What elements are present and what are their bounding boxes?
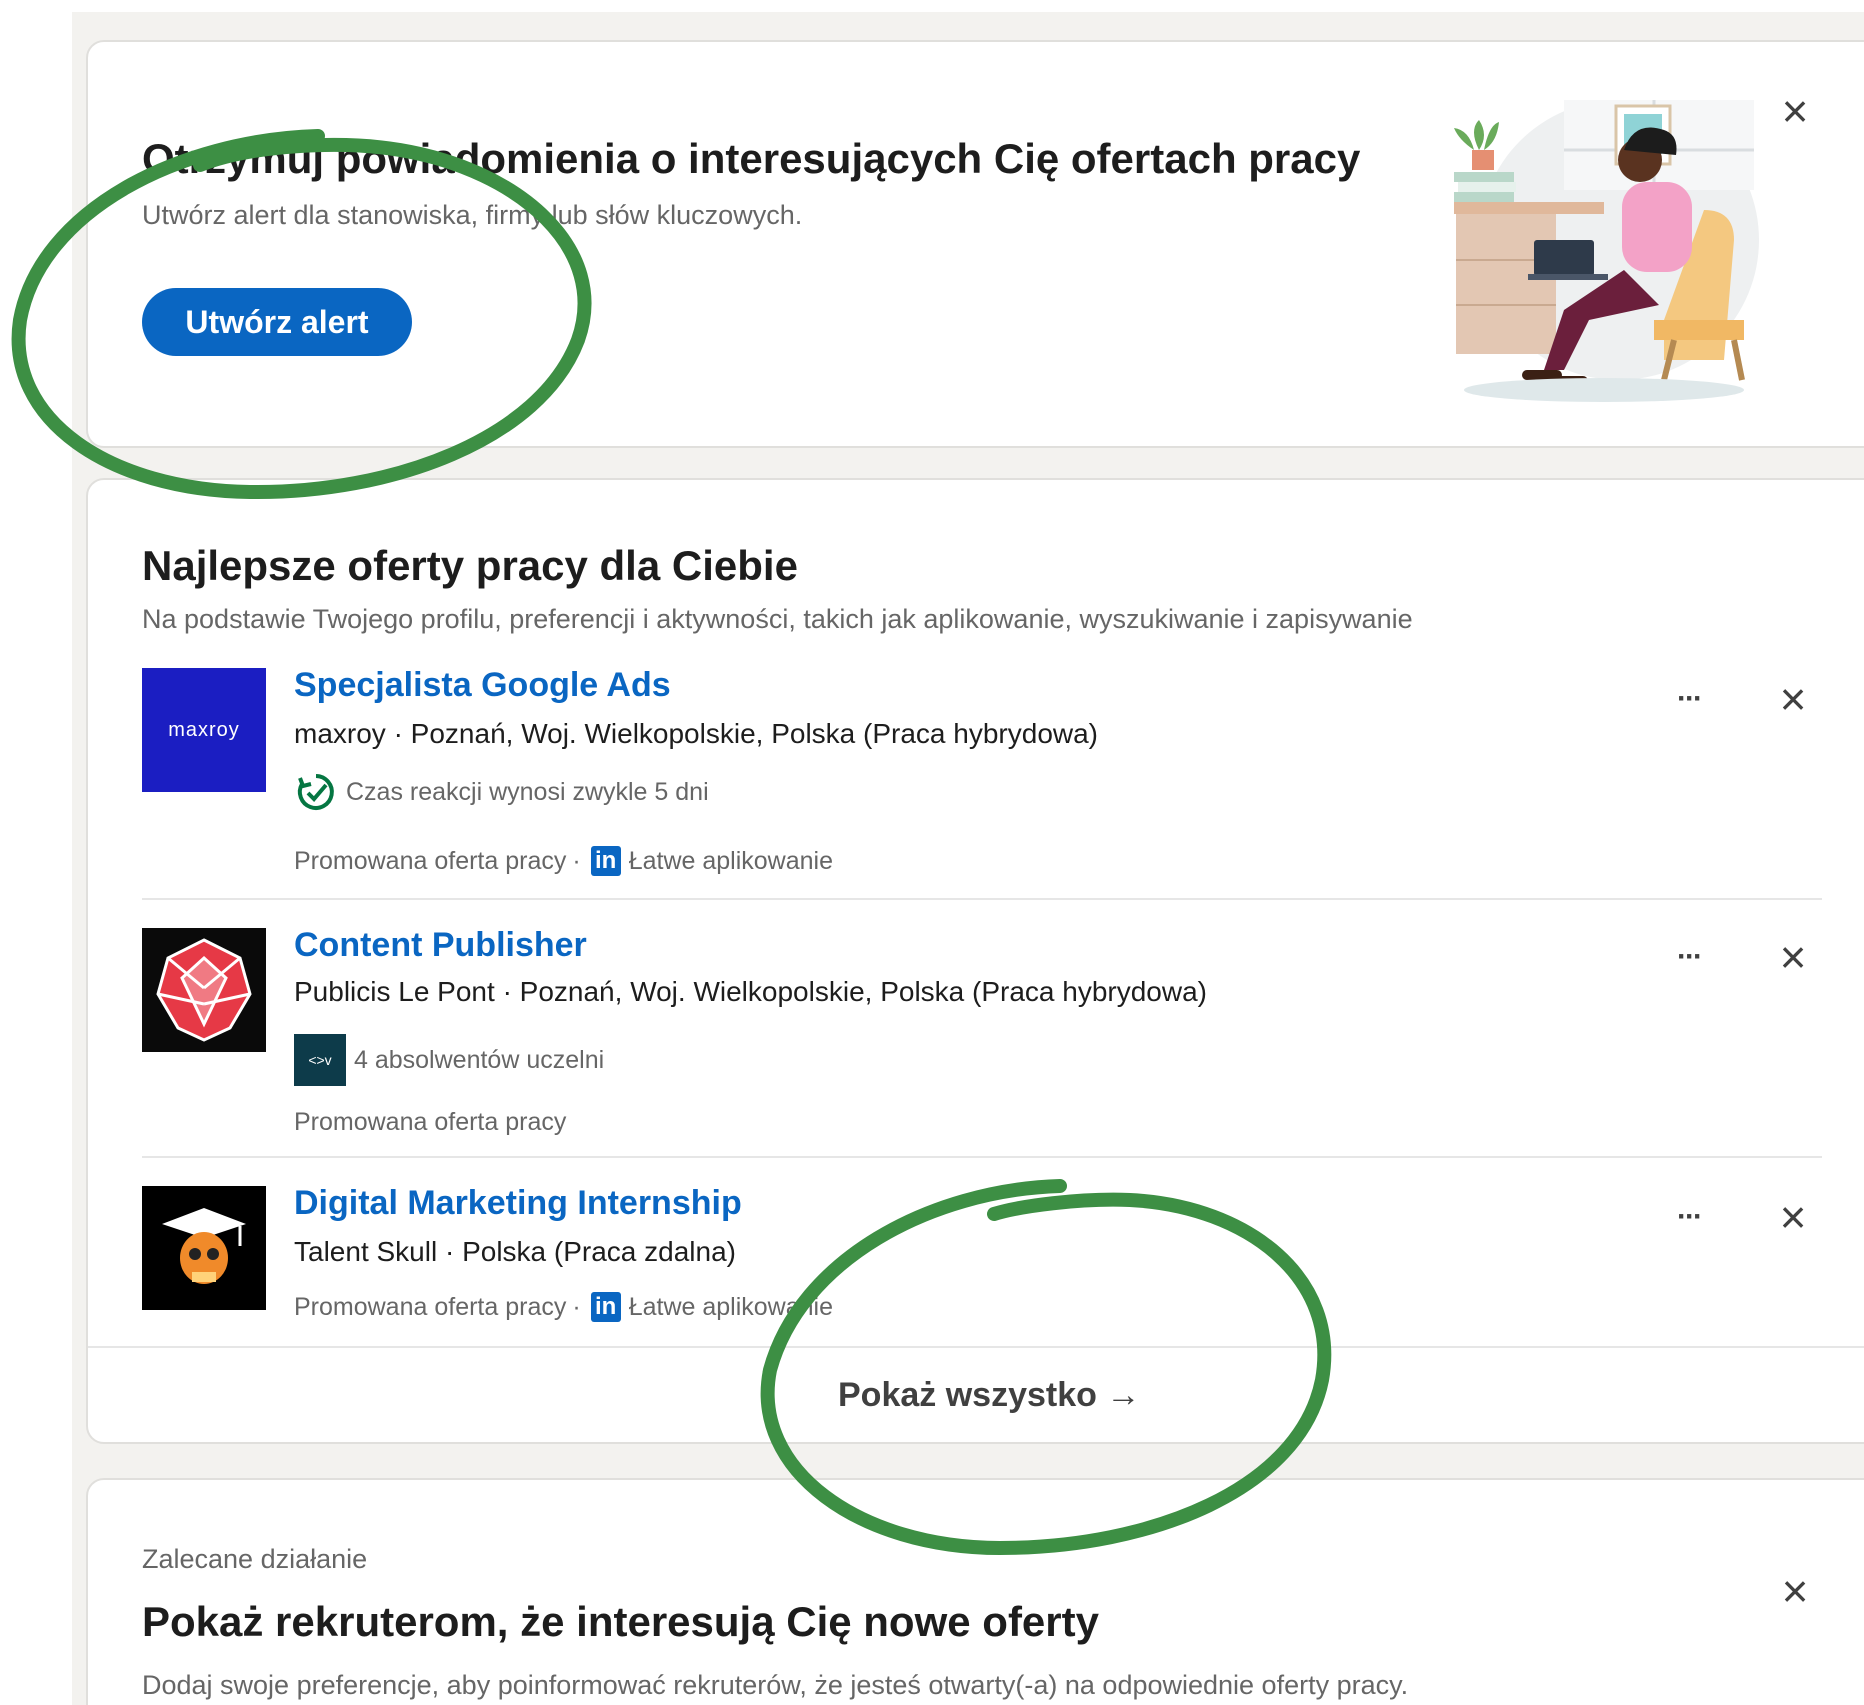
woman-at-desk-illustration [1454, 100, 1759, 402]
recommended-title: Pokaż rekruterom, że interesują Cię nowe… [142, 1598, 1099, 1645]
check-circle-icon [297, 774, 334, 810]
card-footer-divider [88, 1346, 1864, 1348]
close-icon[interactable]: × [1772, 1568, 1818, 1614]
lion-logo-icon [156, 938, 252, 1042]
linkedin-icon: in [590, 1292, 621, 1322]
easy-apply-label: Łatwe aplikowanie [628, 846, 833, 875]
alert-subtitle: Utwórz alert dla stanowiska, firmy lub s… [142, 200, 803, 230]
linkedin-icon: in [590, 846, 621, 876]
dismiss-job-icon[interactable]: × [1770, 1194, 1816, 1240]
company-logo-publicis[interactable] [142, 928, 266, 1052]
response-time-insight: Czas reakcji wynosi zwykle 5 dni [294, 770, 709, 814]
job-company-location: maxroy · Poznań, Woj. Wielkopolskie, Pol… [294, 718, 1099, 749]
job-footer: Promowana oferta pracy · in Łatwe apliko… [294, 1292, 833, 1322]
job-title[interactable]: Content Publisher [294, 926, 587, 965]
skull-graduate-icon [162, 1208, 246, 1284]
separator: · [572, 1292, 581, 1321]
school-logo: <>v [294, 1034, 346, 1086]
divider [142, 898, 1822, 900]
job-alert-card: Otrzymuj powiadomienia o interesujących … [86, 40, 1864, 448]
alert-title: Otrzymuj powiadomienia o interesujących … [142, 135, 1361, 182]
easy-apply-label: Łatwe aplikowanie [628, 1292, 833, 1321]
company-logo-maxroy[interactable]: maxroy [142, 668, 266, 792]
company-logo-talent-skull[interactable] [142, 1186, 266, 1310]
eyebrow-label: Zalecane działanie [142, 1544, 368, 1574]
top-jobs-card: Najlepsze oferty pracy dla Ciebie Na pod… [86, 478, 1864, 1444]
promoted-label: Promowana oferta pracy [294, 1292, 567, 1321]
recommended-subtitle: Dodaj swoje preferencje, aby poinformowa… [142, 1670, 1409, 1700]
alumni-insight: <>v 4 absolwentów uczelni [294, 1034, 604, 1086]
job-title[interactable]: Specjalista Google Ads [294, 666, 671, 705]
more-options-icon[interactable]: ··· [1664, 1202, 1714, 1232]
more-options-icon[interactable]: ··· [1664, 684, 1714, 714]
dismiss-job-icon[interactable]: × [1770, 676, 1816, 722]
top-jobs-title: Najlepsze oferty pracy dla Ciebie [142, 542, 798, 589]
show-all-link[interactable]: Pokaż wszystko → [838, 1376, 1140, 1415]
separator: · [572, 846, 581, 875]
maxroy-logo-text: maxroy [168, 718, 240, 741]
job-company-location: Talent Skull · Polska (Praca zdalna) [294, 1236, 736, 1267]
job-title[interactable]: Digital Marketing Internship [294, 1184, 742, 1223]
close-icon[interactable]: × [1772, 88, 1818, 134]
create-alert-button[interactable]: Utwórz alert [142, 288, 412, 356]
divider [142, 1156, 1822, 1158]
dismiss-job-icon[interactable]: × [1770, 934, 1816, 980]
promoted-label: Promowana oferta pracy [294, 846, 567, 875]
job-company-location: Publicis Le Pont · Poznań, Woj. Wielkopo… [294, 976, 1207, 1007]
insight-text: 4 absolwentów uczelni [354, 1045, 605, 1074]
promoted-label: Promowana oferta pracy [294, 1108, 567, 1136]
insight-text: Czas reakcji wynosi zwykle 5 dni [346, 777, 709, 806]
top-jobs-subtitle: Na podstawie Twojego profilu, preferencj… [142, 604, 1413, 634]
recommended-action-card: Zalecane działanie Pokaż rekruterom, że … [86, 1478, 1864, 1705]
more-options-icon[interactable]: ··· [1664, 942, 1714, 972]
job-footer: Promowana oferta pracy · in Łatwe apliko… [294, 846, 833, 876]
